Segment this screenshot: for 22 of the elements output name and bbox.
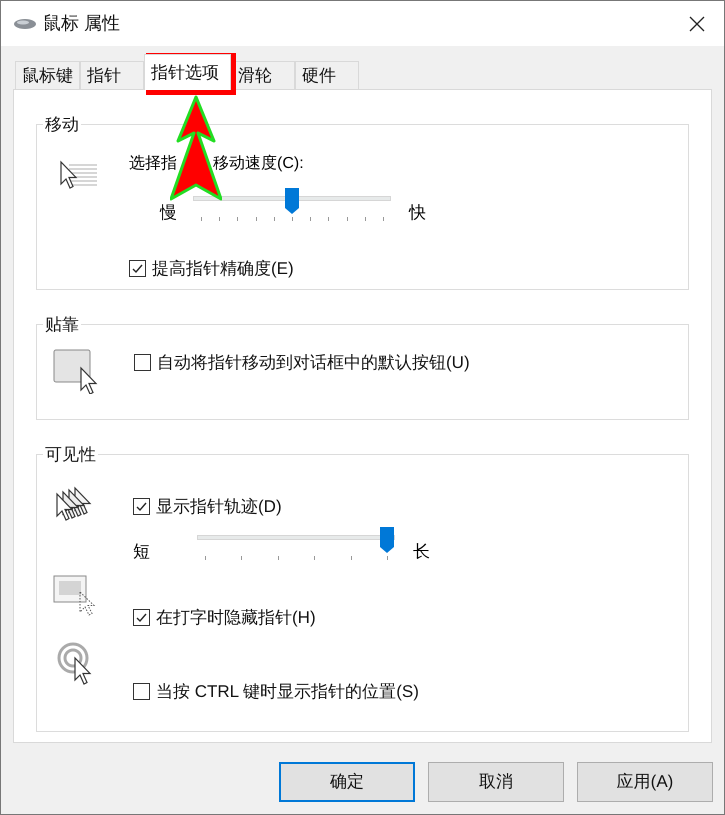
window-title: 鼠标 属性 (43, 12, 120, 35)
group-title: 贴靠 (44, 314, 80, 336)
speed-label: 移动速度(C): (213, 154, 304, 174)
checkbox-label: 自动将指针移动到对话框中的默认按钮(U) (157, 352, 470, 374)
group-title: 可见性 (44, 444, 97, 466)
checkbox-label: 在打字时隐藏指针(H) (156, 607, 316, 629)
group-title: 移动 (44, 114, 80, 136)
checkbox-label: 显示指针轨迹(D) (156, 496, 282, 518)
dialog-button[interactable]: 应用(A) (577, 762, 713, 802)
dialog-button[interactable]: 取消 (428, 762, 564, 802)
speed-label: 选择指 (129, 154, 177, 174)
tab[interactable]: 鼠标键 (15, 61, 80, 89)
tab[interactable]: 指针 (80, 61, 144, 89)
slider-min-label: 慢 (160, 202, 177, 222)
checkbox-label: 提高指针精确度(E) (152, 258, 294, 280)
slider-min-label: 短 (133, 542, 150, 561)
tab[interactable]: 指针选项 (144, 54, 231, 90)
checkbox-label: 当按 CTRL 键时显示指针的位置(S) (156, 680, 419, 702)
dialog-button[interactable]: 确定 (279, 762, 415, 802)
slider-max-label: 快 (409, 202, 426, 222)
slider-max-label: 长 (413, 542, 430, 561)
tab[interactable]: 硬件 (295, 61, 359, 89)
